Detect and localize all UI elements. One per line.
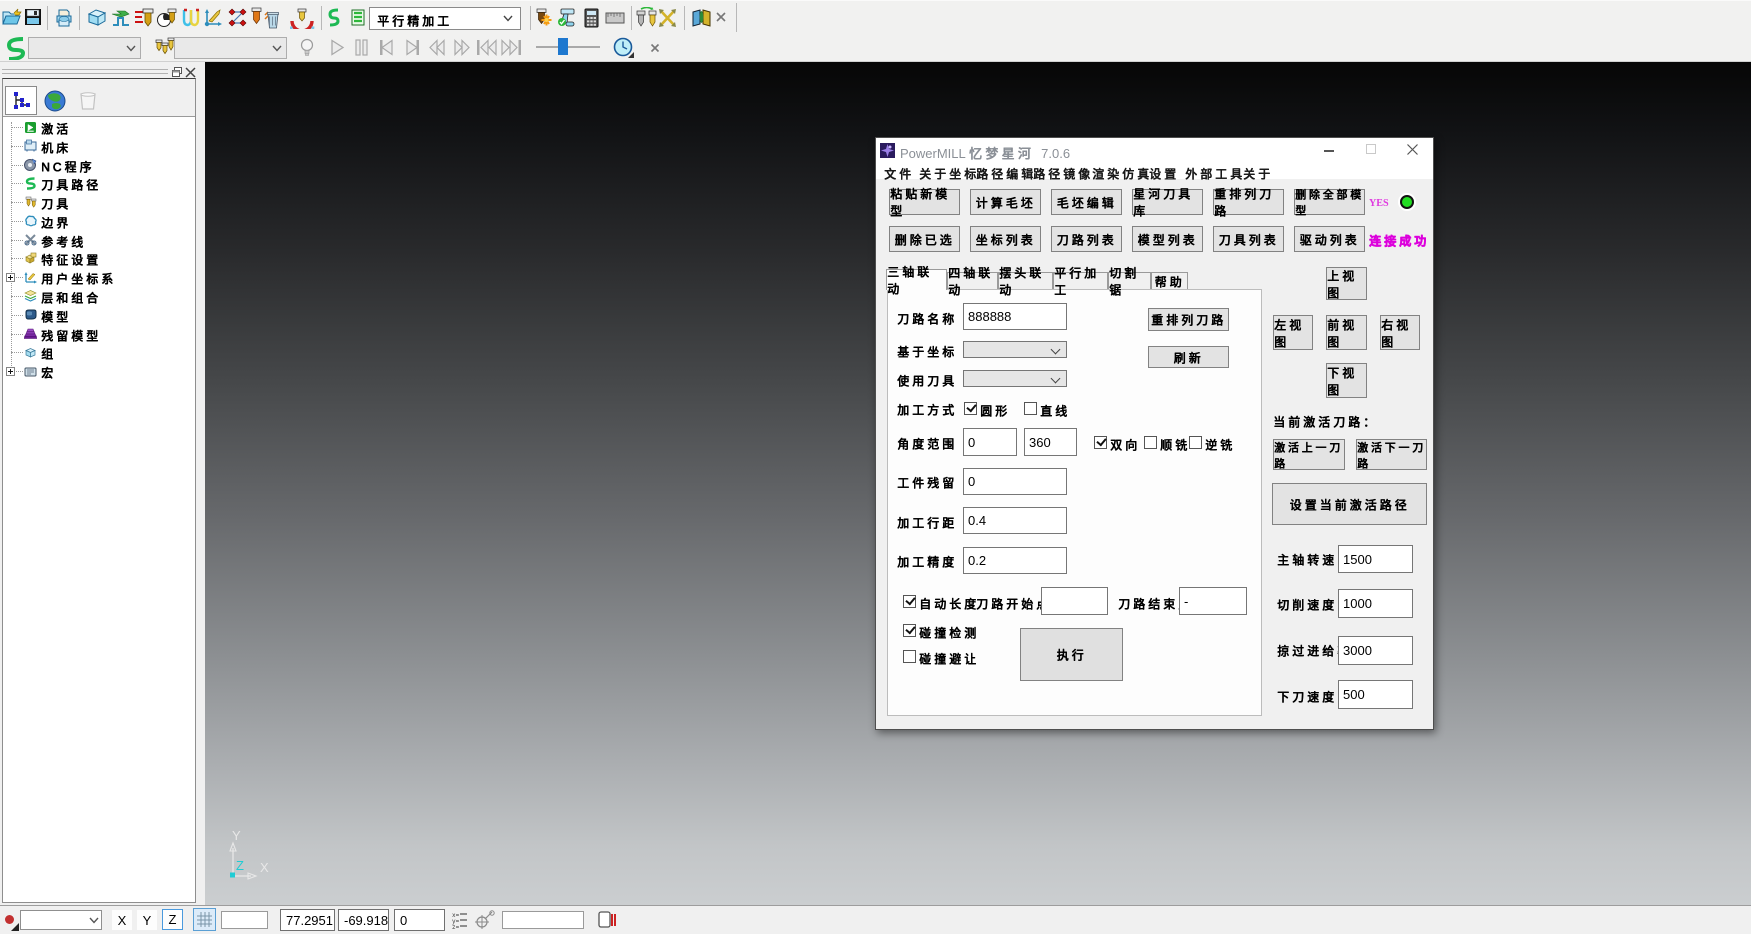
svg-text:Y: Y <box>232 830 241 843</box>
svg-text:z=: z= <box>452 924 460 929</box>
svg-text:Z: Z <box>236 858 244 873</box>
svg-text:X: X <box>260 860 269 875</box>
